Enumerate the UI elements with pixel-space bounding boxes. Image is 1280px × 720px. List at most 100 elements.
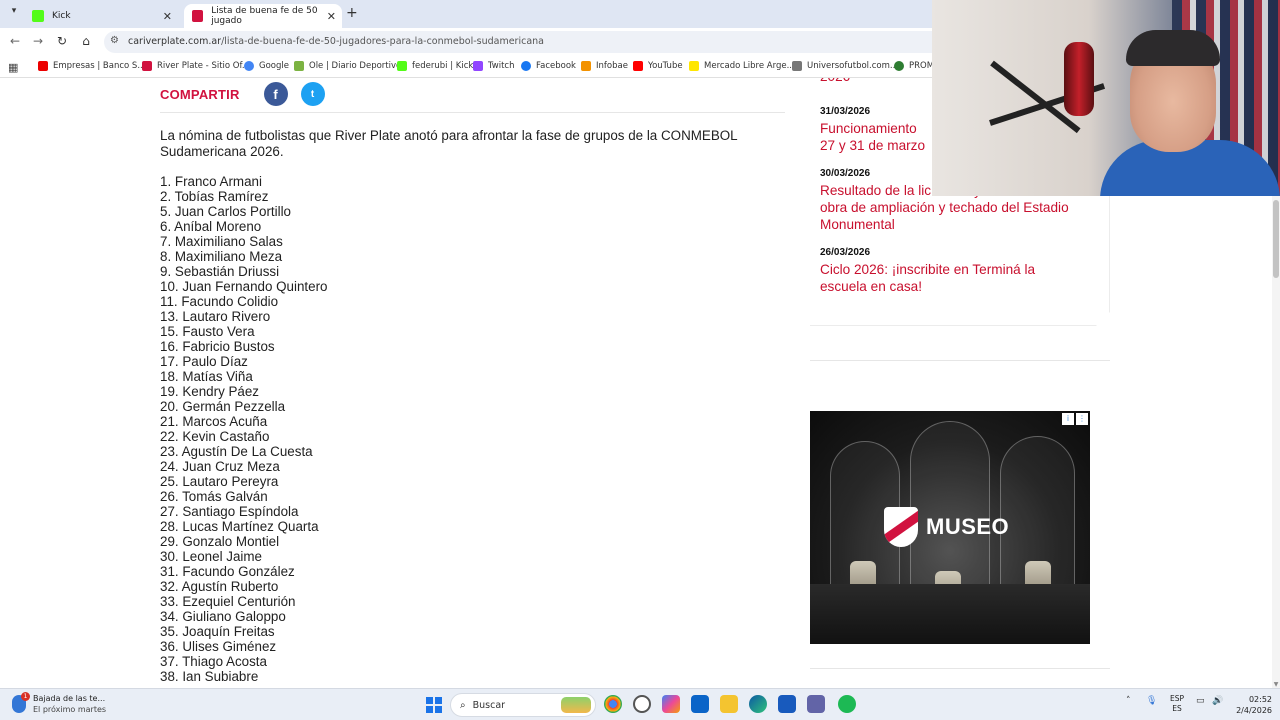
bookmark-item[interactable]: Infobae: [581, 61, 628, 71]
network-icon[interactable]: ▭: [1196, 696, 1205, 706]
player-item: 28. Lucas Martínez Quarta: [160, 519, 319, 534]
bookmark-label: Infobae: [596, 61, 628, 71]
river-plate-shield-icon: [884, 507, 918, 547]
tab-river-plate[interactable]: Lista de buena fe de 50 jugado ✕: [184, 4, 342, 28]
twitter-share-button[interactable]: t: [300, 82, 325, 106]
player-item: 19. Kendry Páez: [160, 384, 260, 399]
bookmark-item[interactable]: Twitch: [473, 61, 515, 71]
scroll-thumb[interactable]: [1273, 200, 1279, 278]
bookmark-item[interactable]: PROM: [894, 61, 934, 71]
clock-date: 2/4/2026: [1236, 706, 1272, 715]
scroll-down-icon[interactable]: ▼: [1272, 681, 1280, 688]
system-clock[interactable]: 02:52 2/4/2026: [1232, 694, 1272, 716]
bookmark-icon: [244, 61, 254, 71]
player-item: 25. Lautaro Pereyra: [160, 474, 279, 489]
bookmark-item[interactable]: federubi | Kick: [397, 61, 473, 71]
streamer-hair: [1126, 30, 1220, 66]
bookmark-label: PROM: [909, 61, 935, 71]
windows-taskbar: 1 Bajada de las te... El próximo martes …: [0, 688, 1280, 720]
player-item: 1. Franco Armani: [160, 174, 262, 189]
clock-time: 02:52: [1248, 695, 1272, 704]
player-item: 24. Juan Cruz Meza: [160, 459, 280, 474]
player-item: 17. Paulo Díaz: [160, 354, 248, 369]
news-title[interactable]: Ciclo 2026: ¡inscribite en Terminá la es…: [820, 261, 1070, 295]
player-item: 20. Germán Pezzella: [160, 399, 286, 414]
new-tab-button[interactable]: +: [346, 5, 358, 21]
close-icon[interactable]: ✕: [163, 10, 172, 23]
player-item: 16. Fabricio Bustos: [160, 339, 275, 354]
forward-icon[interactable]: →: [30, 34, 46, 48]
home-icon[interactable]: ⌂: [78, 34, 94, 48]
bookmark-icon: [894, 61, 904, 71]
player-list: 1. Franco Armani 2. Tobías Ramírez 5. Juan…: [160, 174, 328, 684]
bookmark-item[interactable]: YouTube: [633, 61, 683, 71]
player-item: 5. Juan Carlos Portillo: [160, 204, 291, 219]
tab-search-chevron-icon[interactable]: ▾: [6, 6, 22, 22]
bookmark-icon: [38, 61, 48, 71]
bookmark-label: Empresas | Banco S...: [53, 61, 146, 71]
apps-grid-icon[interactable]: ▦: [8, 61, 18, 74]
search-placeholder: Buscar: [472, 699, 506, 711]
url-path: /lista-de-buena-fe-de-50-jugadores-para-…: [221, 36, 544, 47]
reload-icon[interactable]: ↻: [54, 34, 70, 48]
file-explorer-icon[interactable]: [720, 695, 738, 713]
player-item: 30. Leonel Jaime: [160, 549, 262, 564]
bookmark-label: Ole | Diario Deportivo: [309, 61, 402, 71]
weather-widget[interactable]: 1 Bajada de las te... El próximo martes: [12, 692, 106, 715]
bookmark-icon: [581, 61, 591, 71]
openai-icon[interactable]: [633, 695, 651, 713]
museo-logo: MUSEO: [884, 507, 1009, 547]
bookmark-item[interactable]: Mercado Libre Arge...: [689, 61, 795, 71]
player-item: 22. Kevin Castaño: [160, 429, 270, 444]
floor: [810, 584, 1090, 644]
bookmark-item[interactable]: Facebook: [521, 61, 576, 71]
player-item: 13. Lautaro Rivero: [160, 309, 271, 324]
tab-title: Lista de buena fe de 50 jugado: [211, 6, 318, 26]
bookmark-item[interactable]: River Plate - Sitio Of...: [142, 61, 250, 71]
player-item: 10. Juan Fernando Quintero: [160, 279, 328, 294]
bookmark-item[interactable]: Universofutbol.com...: [792, 61, 898, 71]
bookmark-item[interactable]: Google: [244, 61, 289, 71]
chrome-icon[interactable]: [604, 695, 622, 713]
bookmark-item[interactable]: Ole | Diario Deportivo: [294, 61, 401, 71]
divider: [810, 668, 1110, 669]
news-item[interactable]: 26/03/2026 Ciclo 2026: ¡inscribite en Te…: [820, 247, 1100, 295]
copilot-icon[interactable]: [662, 695, 680, 713]
bookmark-label: Google: [259, 61, 289, 71]
tab-title: Kick: [52, 11, 71, 21]
player-item: 33. Ezequiel Centurión: [160, 594, 296, 609]
microphone-icon[interactable]: 🎙: [1146, 696, 1157, 706]
ad-menu-icon[interactable]: ⋮: [1076, 413, 1088, 425]
volume-icon[interactable]: 🔊: [1212, 696, 1223, 706]
ad-info-icon[interactable]: i: [1062, 413, 1074, 425]
player-item: 7. Maximiliano Salas: [160, 234, 283, 249]
microphone-icon: [1064, 42, 1094, 116]
outlook-icon[interactable]: [691, 695, 709, 713]
lang-top: ESP: [1170, 694, 1185, 703]
spotify-icon[interactable]: [838, 695, 856, 713]
facebook-share-button[interactable]: f: [263, 82, 288, 106]
close-icon[interactable]: ✕: [327, 10, 336, 23]
bookmark-icon: [142, 61, 152, 71]
tab-kick[interactable]: Kick ✕: [30, 4, 178, 28]
player-item: 32. Agustín Ruberto: [160, 579, 279, 594]
word-icon[interactable]: [778, 695, 796, 713]
chevron-up-icon[interactable]: ˄: [1126, 696, 1131, 706]
taskbar-search[interactable]: ⌕ Buscar: [450, 693, 596, 717]
teams-icon[interactable]: [807, 695, 825, 713]
back-icon[interactable]: ←: [7, 34, 23, 48]
news-title[interactable]: Funcionamiento 27 y 31 de marzo: [820, 120, 930, 154]
start-button[interactable]: [426, 697, 442, 713]
player-item: 6. Aníbal Moreno: [160, 219, 262, 234]
address-bar[interactable]: ⚙ cariverplate.com.ar/lista-de-buena-fe-…: [104, 31, 1004, 53]
museo-ad-banner[interactable]: MUSEO i ⋮: [810, 411, 1090, 644]
bookmark-icon: [689, 61, 699, 71]
player-item: 27. Santiago Espíndola: [160, 504, 299, 519]
edge-icon[interactable]: [749, 695, 767, 713]
language-indicator[interactable]: ESP ES: [1170, 694, 1184, 714]
player-item: 2. Tobías Ramírez: [160, 189, 269, 204]
bookmark-item[interactable]: Empresas | Banco S...: [38, 61, 145, 71]
player-item: 9. Sebastián Driussi: [160, 264, 280, 279]
site-info-icon[interactable]: ⚙: [110, 35, 119, 46]
divider: [160, 112, 785, 113]
